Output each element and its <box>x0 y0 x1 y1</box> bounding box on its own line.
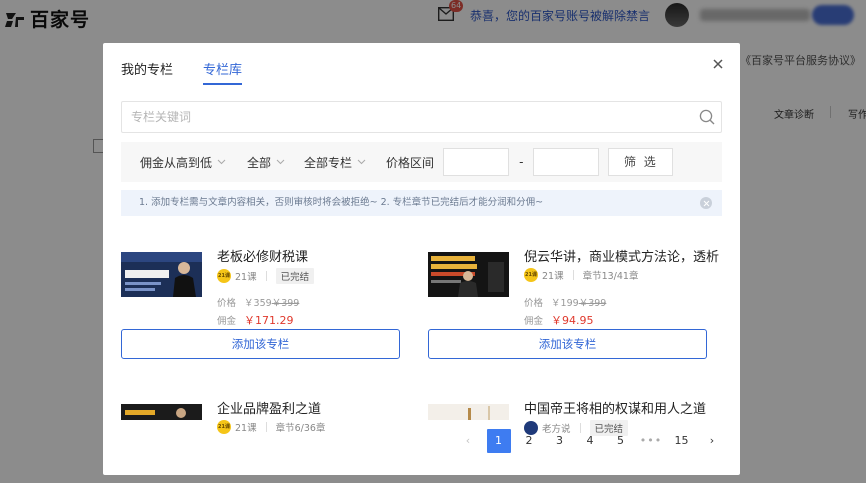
prev-page-button[interactable]: ‹ <box>456 429 480 453</box>
chapter-progress: 章节6/36章 <box>275 423 326 434</box>
brand-logo-icon: 21课 <box>524 268 538 282</box>
search-box <box>121 101 722 133</box>
filter-bar: 佣金从高到低 全部 全部专栏 价格区间 - 筛 选 <box>121 142 722 182</box>
lesson-count: 21课 <box>235 423 257 434</box>
page-button-5[interactable]: 5 <box>609 429 633 453</box>
commission-value: ￥171.29 <box>244 314 294 327</box>
column-title[interactable]: 倪云华讲，商业模式方法论，透析 <box>524 246 720 265</box>
tab-column-library[interactable]: 专栏库 <box>203 59 243 85</box>
lesson-count: 21课 <box>542 271 564 282</box>
column-type-dropdown[interactable]: 全部专栏 <box>304 154 366 171</box>
price-row: 价格 ￥359￥399 <box>217 295 299 309</box>
price-row: 价格 ￥199￥399 <box>524 295 606 309</box>
pagination: ‹ 1 2 3 4 5 ••• 15 › <box>456 429 731 453</box>
lesson-count: 21课 <box>235 272 257 283</box>
thumbnail-image <box>428 404 509 420</box>
next-page-button[interactable]: › <box>700 429 724 453</box>
page-button-1[interactable]: 1 <box>486 429 511 453</box>
price-range-label: 价格区间 <box>386 155 435 170</box>
column-title[interactable]: 企业品牌盈利之道 <box>217 398 413 417</box>
column-thumbnail[interactable] <box>121 404 202 420</box>
chevron-down-icon <box>276 159 285 165</box>
modal-tabs: 我的专栏 专栏库 <box>121 59 243 85</box>
price-min-input[interactable] <box>443 148 510 176</box>
price-value: ￥199 <box>551 298 579 309</box>
page-button-2[interactable]: 2 <box>517 429 541 453</box>
original-price: ￥399 <box>271 298 300 309</box>
commission-label: 佣金 <box>524 316 544 327</box>
category-dropdown[interactable]: 全部 <box>247 154 285 171</box>
price-label: 价格 <box>217 298 237 309</box>
search-input[interactable] <box>122 102 682 132</box>
thumbnail-image <box>428 252 509 297</box>
status-badge: 已完结 <box>275 268 315 284</box>
sort-dropdown[interactable]: 佣金从高到低 <box>140 154 226 171</box>
range-separator: - <box>519 155 524 169</box>
add-column-button[interactable]: 添加该专栏 <box>428 329 707 359</box>
close-icon[interactable] <box>711 57 725 71</box>
sort-dropdown-label: 佣金从高到低 <box>140 155 213 170</box>
chapter-progress: 章节13/41章 <box>582 271 639 282</box>
commission-row: 佣金 ￥94.95 <box>524 312 594 328</box>
price-value: ￥359 <box>244 298 272 309</box>
divider <box>265 422 267 432</box>
page-button-last[interactable]: 15 <box>670 429 694 453</box>
column-title[interactable]: 老板必修财税课 <box>217 246 413 265</box>
commission-row: 佣金 ￥171.29 <box>217 312 294 328</box>
original-price: ￥399 <box>578 298 607 309</box>
chevron-down-icon <box>357 159 366 165</box>
column-thumbnail[interactable] <box>428 252 509 297</box>
column-meta: 21课 21课 章节13/41章 <box>524 268 638 282</box>
column-thumbnail[interactable] <box>121 252 202 297</box>
divider <box>265 271 267 281</box>
column-title[interactable]: 中国帝王将相的权谋和用人之道 <box>524 398 720 417</box>
filter-button[interactable]: 筛 选 <box>608 148 674 176</box>
tab-my-columns[interactable]: 我的专栏 <box>121 59 173 85</box>
column-thumbnail[interactable] <box>428 404 509 420</box>
tip-text: 1. 添加专栏需与文章内容相关，否则审核时将会被拒绝~ 2. 专栏章节已完结后才… <box>139 197 544 208</box>
chevron-down-icon <box>217 159 226 165</box>
column-type-dropdown-label: 全部专栏 <box>304 155 353 170</box>
column-meta: 21课 21课 章节6/36章 <box>217 420 325 434</box>
price-max-input[interactable] <box>533 148 600 176</box>
divider <box>572 270 574 280</box>
column-picker-modal: 我的专栏 专栏库 佣金从高到低 全部 全部专栏 价格区间 - 筛 选 1. 添加 <box>103 43 740 475</box>
commission-label: 佣金 <box>217 316 237 327</box>
brand-logo-icon: 21课 <box>217 269 231 283</box>
tip-bar: 1. 添加专栏需与文章内容相关，否则审核时将会被拒绝~ 2. 专栏章节已完结后才… <box>121 190 722 216</box>
page-ellipsis[interactable]: ••• <box>639 429 663 453</box>
tip-close-icon[interactable] <box>700 197 712 209</box>
column-meta: 21课 21课 已完结 <box>217 268 315 284</box>
commission-value: ￥94.95 <box>551 314 594 327</box>
page-button-3[interactable]: 3 <box>548 429 572 453</box>
price-label: 价格 <box>524 298 544 309</box>
category-dropdown-label: 全部 <box>247 155 272 170</box>
thumbnail-image <box>121 252 202 297</box>
add-column-button[interactable]: 添加该专栏 <box>121 329 400 359</box>
thumbnail-image <box>121 404 202 420</box>
page-button-4[interactable]: 4 <box>578 429 602 453</box>
search-icon[interactable] <box>699 109 715 125</box>
brand-logo-icon: 21课 <box>217 420 231 434</box>
